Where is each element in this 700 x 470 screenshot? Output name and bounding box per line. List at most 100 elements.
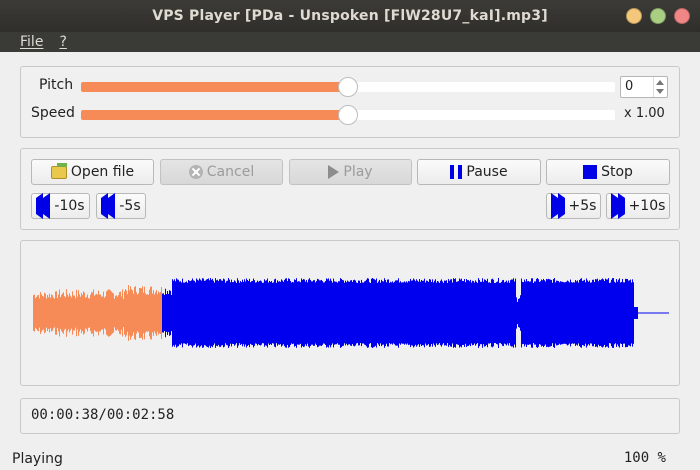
pitch-value[interactable]: 0 (625, 79, 633, 94)
waveform[interactable] (21, 241, 679, 385)
waveform-bar (397, 280, 398, 346)
waveform-bar (457, 281, 458, 345)
waveform-bar (391, 282, 392, 344)
waveform-bar (482, 278, 483, 348)
play-icon (328, 165, 340, 179)
waveform-bar (582, 280, 583, 346)
maximize-button[interactable] (650, 8, 666, 24)
open-file-button[interactable]: Open file (31, 159, 154, 185)
close-button[interactable] (674, 8, 690, 24)
waveform-bar (160, 292, 161, 334)
minimize-button[interactable] (626, 8, 642, 24)
waveform-bar (630, 279, 631, 347)
waveform-bar (306, 280, 307, 346)
waveform-bar (91, 292, 92, 334)
waveform-bar (499, 282, 500, 344)
waveform-bar (581, 278, 582, 348)
play-button[interactable]: Play (289, 159, 412, 185)
waveform-bar (286, 278, 287, 348)
spin-up-icon[interactable] (656, 80, 664, 85)
waveform-bar (554, 278, 555, 348)
waveform-bar (305, 281, 306, 345)
waveform-bar (273, 282, 274, 344)
pause-label: Pause (466, 164, 508, 180)
waveform-bar (283, 281, 284, 345)
waveform-bar (591, 282, 592, 344)
waveform-bar (69, 293, 70, 333)
waveform-bar (49, 293, 50, 333)
waveform-bar (434, 280, 435, 346)
stop-button[interactable]: Stop (546, 159, 670, 185)
waveform-bar (319, 280, 320, 346)
waveform-bar (546, 278, 547, 348)
waveform-bar (347, 280, 348, 346)
forward-10s-button[interactable]: +10s (606, 193, 670, 219)
waveform-bar (511, 279, 512, 347)
waveform-bar (225, 282, 226, 344)
waveform-bar (236, 282, 237, 344)
waveform-bar (547, 279, 548, 347)
waveform-bar (166, 294, 167, 332)
waveform-bar (602, 278, 603, 348)
menu-file[interactable]: File (20, 34, 43, 50)
waveform-bar (504, 282, 505, 344)
waveform-bar (606, 279, 607, 347)
waveform-bar (329, 280, 330, 346)
waveform-bar (526, 279, 527, 347)
rewind-5s-button[interactable]: -5s (96, 193, 146, 219)
waveform-bar (80, 296, 81, 330)
speed-slider[interactable] (81, 105, 615, 125)
play-label: Play (343, 164, 373, 180)
waveform-bar (253, 278, 254, 348)
waveform-bar (521, 278, 522, 348)
waveform-bar (553, 279, 554, 347)
waveform-bar (401, 282, 402, 344)
pitch-spin-arrows[interactable] (653, 77, 667, 97)
waveform-bar (561, 281, 562, 345)
waveform-bar (196, 278, 197, 348)
waveform-bar (459, 278, 460, 348)
waveform-bar (301, 278, 302, 348)
waveform-bar (537, 278, 538, 348)
forward-5s-button[interactable]: +5s (546, 193, 601, 219)
waveform-bar (34, 294, 35, 332)
waveform-bar (265, 280, 266, 346)
waveform-bar (281, 279, 282, 347)
waveform-bar (250, 282, 251, 344)
waveform-bar (76, 289, 77, 337)
waveform-bar (539, 281, 540, 345)
waveform-bar (124, 291, 125, 335)
waveform-panel[interactable] (20, 240, 680, 386)
waveform-bar (409, 281, 410, 345)
waveform-bar (623, 282, 624, 344)
menu-help[interactable]: ? (59, 34, 66, 50)
waveform-bar (441, 279, 442, 347)
pitch-spinbox[interactable]: 0 (620, 76, 668, 98)
pause-button[interactable]: Pause (417, 159, 541, 185)
rewind-10s-button[interactable]: -10s (31, 193, 90, 219)
waveform-bar (483, 281, 484, 345)
waveform-bar (403, 282, 404, 344)
waveform-bar (500, 282, 501, 344)
waveform-bar (443, 282, 444, 344)
waveform-bar (423, 280, 424, 346)
waveform-bar (573, 282, 574, 344)
waveform-bar (150, 286, 151, 340)
pitch-slider-handle[interactable] (338, 77, 358, 97)
speed-slider-fill (81, 110, 348, 120)
waveform-bar (240, 281, 241, 345)
waveform-bar (473, 281, 474, 345)
cancel-button[interactable]: Cancel (160, 159, 283, 185)
waveform-bar (90, 294, 91, 332)
waveform-bar (352, 281, 353, 345)
waveform-bar (445, 280, 446, 346)
waveform-bar (232, 282, 233, 344)
waveform-bar (448, 279, 449, 347)
pitch-slider[interactable] (81, 77, 615, 97)
waveform-bar (272, 282, 273, 344)
speed-slider-handle[interactable] (338, 105, 358, 125)
waveform-bar (147, 294, 148, 332)
waveform-bar (85, 297, 86, 329)
waveform-bar (593, 279, 594, 347)
spin-down-icon[interactable] (656, 89, 664, 94)
